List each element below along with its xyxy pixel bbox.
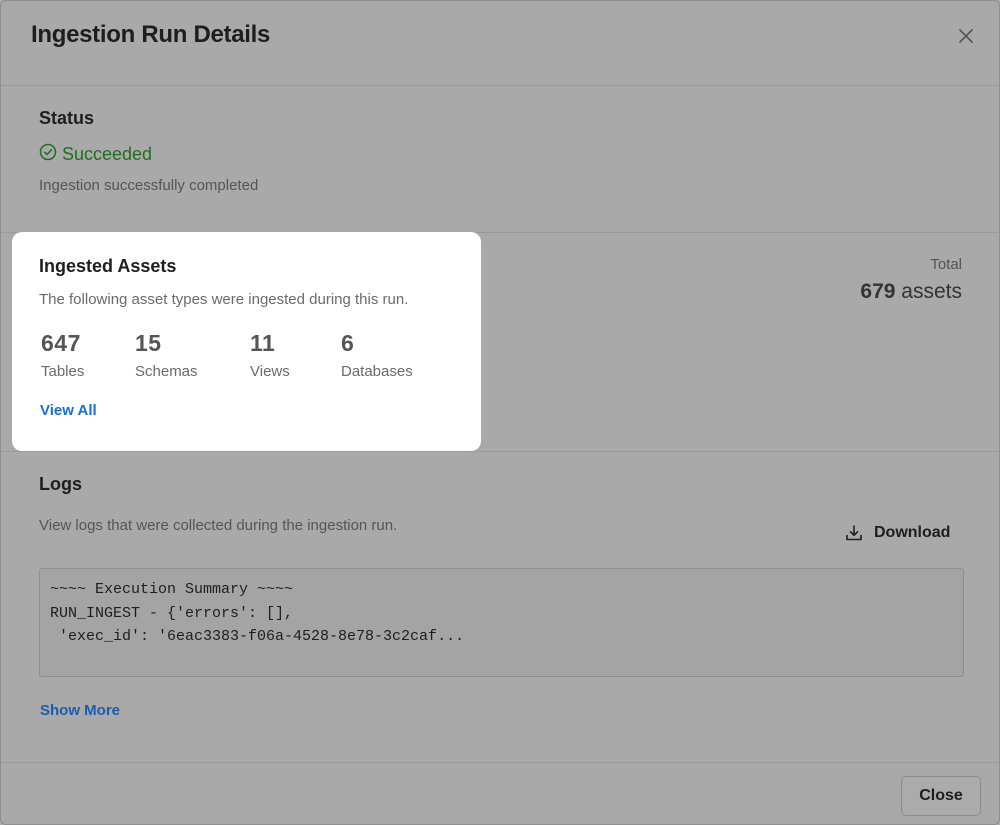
stat-databases: 6 Databases (341, 330, 413, 380)
ingested-assets-description: The following asset types were ingested … (39, 291, 409, 308)
check-circle-icon (39, 143, 57, 166)
stat-count: 11 (250, 330, 276, 356)
stat-count: 647 (41, 330, 81, 356)
divider (1, 451, 1000, 452)
ingestion-run-modal: Ingestion Run Details Status Succeeded I… (0, 0, 1000, 825)
log-line: RUN_INGEST - {'errors': [], (50, 604, 294, 622)
close-icon[interactable] (953, 23, 979, 49)
close-button[interactable]: Close (901, 776, 981, 816)
status-value: Succeeded (62, 144, 153, 164)
log-line: ~~~~ Execution Summary ~~~~ (50, 581, 294, 598)
stat-label: Databases (341, 363, 413, 380)
download-button[interactable]: Download (844, 523, 950, 543)
footer-divider (1, 762, 1000, 763)
download-icon (844, 523, 864, 543)
download-label: Download (874, 524, 951, 541)
show-more-link[interactable]: Show More (40, 702, 120, 719)
stat-views: 11 Views (250, 330, 290, 380)
view-all-link[interactable]: View All (40, 402, 97, 419)
stat-label: Views (250, 363, 290, 380)
stat-count: 15 (135, 330, 162, 356)
ingested-assets-card: Ingested Assets The following asset type… (12, 232, 481, 451)
total-assets: 679 assets (860, 280, 962, 304)
stat-count: 6 (341, 330, 355, 356)
stat-schemas: 15 Schemas (135, 330, 198, 380)
total-label: Total (930, 256, 962, 273)
stat-tables: 647 Tables (41, 330, 84, 380)
log-line: 'exec_id': '6eac3383-f06a-4528-8e78-3c2c… (50, 628, 465, 645)
total-count: 679 (860, 280, 896, 303)
modal-header: Ingestion Run Details (1, 1, 1000, 86)
status-heading: Status (39, 108, 95, 128)
logs-description: View logs that were collected during the… (39, 517, 398, 534)
stat-label: Tables (41, 363, 85, 380)
logs-heading: Logs (39, 474, 82, 494)
ingested-assets-heading: Ingested Assets (39, 256, 177, 276)
status-badge: Succeeded (39, 143, 152, 166)
status-description: Ingestion successfully completed (39, 177, 259, 194)
modal-title: Ingestion Run Details (31, 21, 271, 48)
total-unit: assets (901, 280, 962, 303)
log-output: ~~~~ Execution Summary ~~~~ RUN_INGEST - … (39, 568, 964, 677)
stat-label: Schemas (135, 363, 198, 380)
